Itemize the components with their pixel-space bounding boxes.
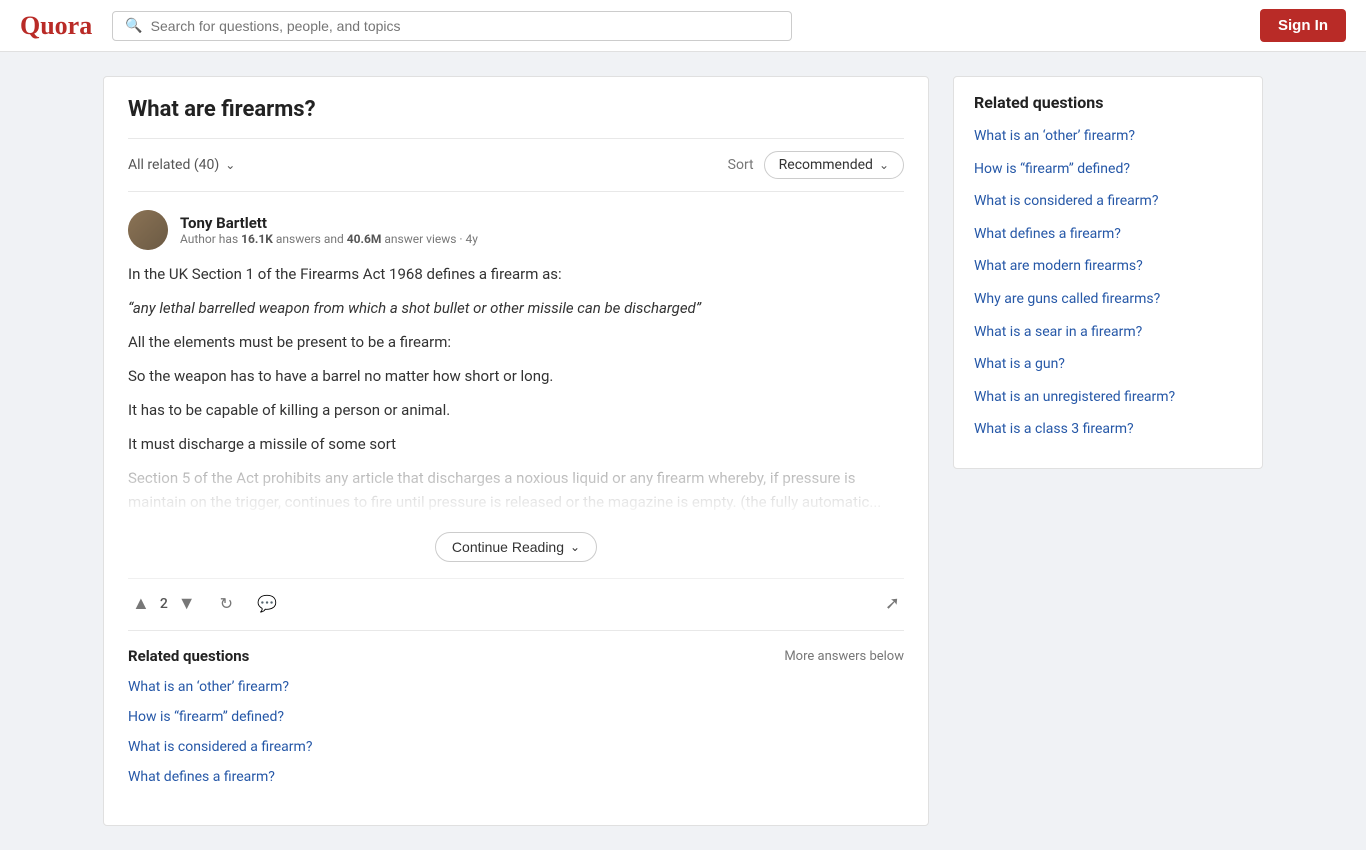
vote-count: 2 [160, 596, 168, 612]
author-views-suffix: answer views · 4y [384, 232, 478, 246]
more-answers-label: More answers below [784, 649, 904, 664]
sidebar-link-8[interactable]: What is an unregistered firearm? [974, 389, 1175, 405]
share-button[interactable]: ➚ [881, 589, 904, 618]
answer-para-5: It has to be capable of killing a person… [128, 398, 904, 422]
sidebar-panel: Related questions What is an ‘other’ fir… [953, 76, 1263, 469]
list-item: What is an ‘other’ firearm? [128, 677, 904, 695]
list-item: What are modern firearms? [974, 256, 1242, 277]
sort-dropdown[interactable]: Recommended ⌄ [764, 151, 904, 179]
quora-logo[interactable]: Quora [20, 11, 92, 41]
list-item: What is a class 3 firearm? [974, 419, 1242, 440]
related-link-1[interactable]: What is an ‘other’ firearm? [128, 679, 289, 695]
downvote-button[interactable]: ▼ [174, 589, 200, 618]
sign-in-button[interactable]: Sign In [1260, 9, 1346, 42]
filter-bar: All related (40) ⌄ Sort Recommended ⌄ [128, 138, 904, 192]
sort-area: Sort Recommended ⌄ [728, 151, 904, 179]
related-inline-section: Related questions More answers below Wha… [128, 630, 904, 813]
list-item: How is “firearm” defined? [974, 159, 1242, 180]
answer-para-1: In the UK Section 1 of the Firearms Act … [128, 262, 904, 286]
list-item: What defines a firearm? [974, 224, 1242, 245]
author-views-count: 40.6M [347, 232, 382, 246]
vote-group: ▲ 2 ▼ [128, 589, 200, 618]
author-meta-prefix: Author has [180, 232, 238, 246]
related-inline-list: What is an ‘other’ firearm? How is “fire… [128, 677, 904, 785]
sidebar: Related questions What is an ‘other’ fir… [953, 76, 1263, 469]
sidebar-link-3[interactable]: What defines a firearm? [974, 226, 1121, 242]
sidebar-link-7[interactable]: What is a gun? [974, 356, 1065, 372]
list-item: What is considered a firearm? [974, 191, 1242, 212]
continue-reading-button[interactable]: Continue Reading ⌄ [435, 532, 597, 562]
answer-para-2: “any lethal barrelled weapon from which … [128, 296, 904, 320]
list-item: What is considered a firearm? [128, 737, 904, 755]
author-answers-suffix: answers and [276, 232, 344, 246]
upvote-button[interactable]: ▲ [128, 589, 154, 618]
list-item: Why are guns called firearms? [974, 289, 1242, 310]
related-link-2[interactable]: How is “firearm” defined? [128, 709, 284, 725]
related-inline-title: Related questions [128, 647, 249, 665]
chevron-down-icon: ⌄ [570, 540, 580, 554]
author-name: Tony Bartlett [180, 214, 478, 232]
reshare-button[interactable]: ↻ [216, 590, 237, 618]
author-answers-count: 16.1K [241, 232, 273, 246]
main-container: What are firearms? All related (40) ⌄ So… [83, 76, 1283, 826]
list-item: What defines a firearm? [128, 767, 904, 785]
avatar-image [128, 210, 168, 250]
sidebar-link-5[interactable]: Why are guns called firearms? [974, 291, 1160, 307]
sidebar-link-9[interactable]: What is a class 3 firearm? [974, 421, 1134, 437]
answer-block: Tony Bartlett Author has 16.1K answers a… [128, 192, 904, 825]
answer-fade-overlay [128, 454, 904, 514]
author-info: Tony Bartlett Author has 16.1K answers a… [180, 214, 478, 246]
answer-para-6: It must discharge a missile of some sort [128, 432, 904, 456]
sort-value: Recommended [779, 157, 873, 173]
related-link-4[interactable]: What defines a firearm? [128, 769, 275, 785]
content-area: What are firearms? All related (40) ⌄ So… [103, 76, 929, 826]
header-right: Sign In [1260, 9, 1346, 42]
sidebar-link-4[interactable]: What are modern firearms? [974, 258, 1143, 274]
continue-reading-label: Continue Reading [452, 539, 564, 555]
chevron-down-icon: ⌄ [879, 158, 889, 172]
list-item: How is “firearm” defined? [128, 707, 904, 725]
sidebar-title: Related questions [974, 93, 1242, 112]
avatar [128, 210, 168, 250]
all-related-filter[interactable]: All related (40) ⌄ [128, 157, 235, 173]
list-item: What is a gun? [974, 354, 1242, 375]
list-item: What is an ‘other’ firearm? [974, 126, 1242, 147]
answer-content: In the UK Section 1 of the Firearms Act … [128, 262, 904, 514]
question-title: What are firearms? [128, 97, 904, 122]
header: Quora 🔍 Sign In [0, 0, 1366, 52]
answer-para-4: So the weapon has to have a barrel no ma… [128, 364, 904, 388]
list-item: What is an unregistered firearm? [974, 387, 1242, 408]
comment-button[interactable]: 💬 [253, 590, 281, 618]
chevron-down-icon: ⌄ [225, 158, 235, 172]
sidebar-link-2[interactable]: What is considered a firearm? [974, 193, 1158, 209]
related-link-3[interactable]: What is considered a firearm? [128, 739, 312, 755]
author-meta: Author has 16.1K answers and 40.6M answe… [180, 232, 478, 246]
list-item: What is a sear in a firearm? [974, 322, 1242, 343]
related-inline-header: Related questions More answers below [128, 647, 904, 665]
sort-label: Sort [728, 157, 754, 173]
all-related-label: All related (40) [128, 157, 219, 173]
sidebar-link-6[interactable]: What is a sear in a firearm? [974, 324, 1142, 340]
question-panel: What are firearms? All related (40) ⌄ So… [103, 76, 929, 826]
action-bar: ▲ 2 ▼ ↻ 💬 ➚ [128, 578, 904, 630]
search-input[interactable] [151, 18, 780, 34]
author-row: Tony Bartlett Author has 16.1K answers a… [128, 210, 904, 250]
search-icon: 🔍 [125, 18, 142, 34]
search-bar[interactable]: 🔍 [112, 11, 792, 41]
answer-para-3: All the elements must be present to be a… [128, 330, 904, 354]
sidebar-link-0[interactable]: What is an ‘other’ firearm? [974, 128, 1135, 144]
sidebar-link-1[interactable]: How is “firearm” defined? [974, 161, 1130, 177]
sidebar-list: What is an ‘other’ firearm? How is “fire… [974, 126, 1242, 440]
